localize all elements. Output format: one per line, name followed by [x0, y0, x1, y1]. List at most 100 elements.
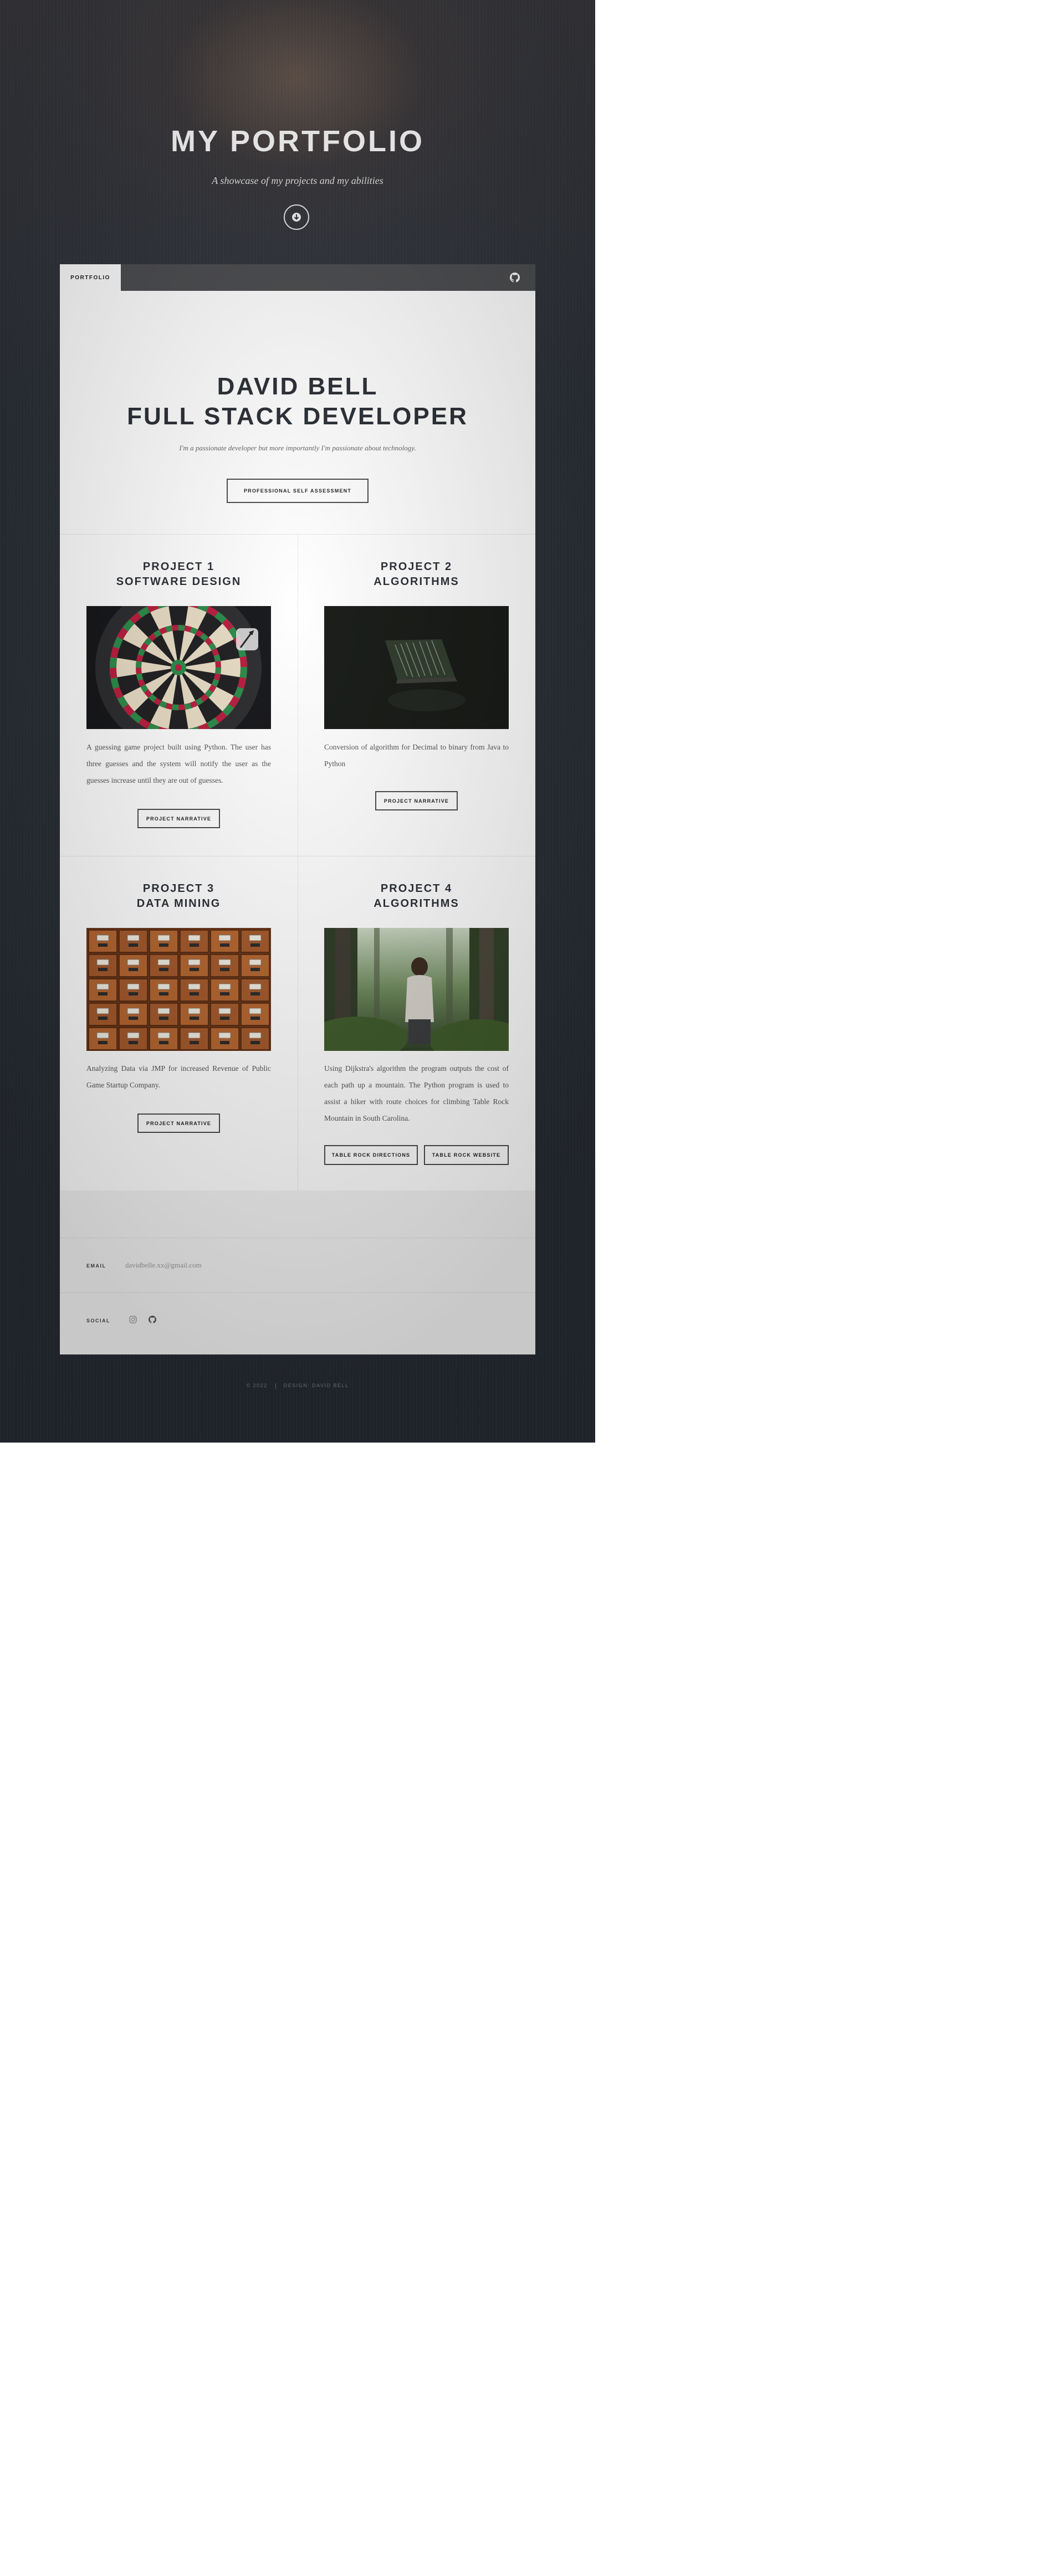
drawer-label-plate — [157, 983, 170, 990]
drawer-handle — [190, 1041, 199, 1044]
catalog-drawer — [149, 1027, 178, 1050]
catalog-drawer — [180, 1027, 209, 1050]
developer-name: DAVID BELL — [217, 373, 378, 400]
dartboard-segment — [178, 668, 227, 729]
divider — [60, 534, 535, 535]
site-subtitle: A showcase of my projects and my abiliti… — [212, 175, 383, 186]
project-2-title: PROJECT 2 ALGORITHMS — [298, 560, 535, 589]
catalog-drawer — [149, 954, 178, 977]
dartboard-segment — [178, 668, 247, 699]
catalog-drawer — [210, 930, 239, 953]
drawer-handle — [98, 943, 108, 947]
drawer-label-plate — [127, 1032, 140, 1039]
project-number: PROJECT 2 — [380, 561, 453, 573]
catalog-drawer — [149, 978, 178, 1002]
drawer-handle — [220, 992, 229, 995]
drawer-label-plate — [188, 959, 201, 966]
catalog-drawer — [210, 1027, 239, 1050]
project-2-narrative-button[interactable]: PROJECT NARRATIVE — [375, 791, 458, 810]
dartboard-segment — [178, 619, 240, 668]
drawer-label-plate — [218, 959, 231, 966]
laptop-code-photo — [324, 606, 509, 729]
project-category: SOFTWARE DESIGN — [116, 576, 242, 588]
catalog-drawer — [241, 954, 270, 977]
drawer-label-plate — [249, 935, 262, 941]
email-address-link[interactable]: davidbelle.xx@gmail.com — [125, 1261, 202, 1270]
project-4-description: Using Dijkstra's algorithm the program o… — [324, 1064, 509, 1122]
drawer-label-plate — [127, 959, 140, 966]
catalog-drawer — [88, 978, 117, 1002]
dartboard-segment — [110, 656, 178, 679]
drawer-handle — [98, 1017, 108, 1020]
email-label: EMAIL — [86, 1263, 106, 1269]
arrow-down-icon — [292, 213, 301, 222]
drawer-label-plate — [249, 959, 262, 966]
project-number: PROJECT 1 — [142, 561, 215, 573]
drawer-handle — [190, 943, 199, 947]
catalog-drawer — [241, 1003, 270, 1026]
dartboard-segment — [178, 668, 240, 716]
instagram-icon[interactable] — [129, 1316, 137, 1323]
catalog-drawer — [88, 930, 117, 953]
drawer-handle — [159, 968, 168, 971]
catalog-drawer — [180, 978, 209, 1002]
dartboard-segment — [178, 668, 210, 729]
project-number: PROJECT 3 — [142, 882, 215, 895]
dartboard-segment — [178, 656, 247, 679]
social-label: SOCIAL — [86, 1318, 111, 1323]
table-rock-directions-button[interactable]: TABLE ROCK DIRECTIONS — [324, 1145, 418, 1165]
catalog-drawer — [149, 930, 178, 953]
dartboard-segment — [147, 606, 178, 668]
catalog-drawer — [119, 954, 148, 977]
drawer-handle — [129, 943, 138, 947]
drawer-handle — [190, 968, 199, 971]
contact-section: EMAIL davidbelle.xx@gmail.com SOCIAL — [60, 1190, 535, 1354]
drawer-handle — [98, 968, 108, 971]
drawer-label-plate — [157, 1032, 170, 1039]
project-1-narrative-button[interactable]: PROJECT NARRATIVE — [137, 809, 220, 828]
project-1-description: A guessing game project built using Pyth… — [86, 743, 271, 784]
divider — [275, 1383, 276, 1389]
drawer-label-plate — [188, 935, 201, 941]
catalog-drawer — [241, 978, 270, 1002]
table-rock-website-button[interactable]: TABLE ROCK WEBSITE — [424, 1145, 509, 1165]
dartboard-segment — [178, 606, 210, 668]
catalog-drawer — [149, 1003, 178, 1026]
catalog-drawer — [119, 978, 148, 1002]
github-icon[interactable] — [149, 1316, 156, 1323]
intro-section: DAVID BELL FULL STACK DEVELOPER I'm a pa… — [60, 291, 535, 534]
drawer-handle — [129, 992, 138, 995]
intro-tagline: I'm a passionate developer but more impo… — [179, 444, 416, 452]
project-3-image — [86, 928, 271, 1051]
drawer-label-plate — [188, 983, 201, 990]
divider — [60, 1292, 535, 1293]
dartboard-segment — [130, 606, 178, 668]
dartboard-photo — [86, 606, 271, 729]
drawer-label-plate — [96, 1008, 109, 1014]
drawer-handle — [220, 943, 229, 947]
project-3-narrative-button[interactable]: PROJECT NARRATIVE — [137, 1113, 220, 1133]
github-icon[interactable] — [510, 273, 520, 283]
project-1-image — [86, 606, 271, 729]
project-category: DATA MINING — [136, 897, 221, 910]
catalog-drawer — [210, 1003, 239, 1026]
project-1-title: PROJECT 1 SOFTWARE DESIGN — [60, 560, 298, 589]
drawer-handle — [190, 992, 199, 995]
drawer-handle — [98, 1041, 108, 1044]
drawer-handle — [159, 992, 168, 995]
drawer-label-plate — [188, 1008, 201, 1014]
card-catalog-photo — [86, 928, 271, 1051]
drawer-handle — [129, 1041, 138, 1044]
catalog-drawer — [180, 930, 209, 953]
drawer-label-plate — [218, 983, 231, 990]
tab-portfolio[interactable]: PORTFOLIO — [60, 264, 121, 291]
drawer-handle — [250, 968, 260, 971]
self-assessment-button[interactable]: PROFESSIONAL SELF ASSESSMENT — [227, 479, 369, 503]
copyright-text: © 2022 — [246, 1383, 268, 1388]
drawer-label-plate — [127, 935, 140, 941]
portfolio-card: PORTFOLIO DAVID BELL FULL STACK DEVELOPE… — [60, 264, 535, 1354]
drawer-label-plate — [127, 983, 140, 990]
dartboard-segment — [147, 668, 178, 729]
dartboard-segment — [110, 636, 178, 668]
scroll-down-button[interactable] — [284, 204, 309, 230]
